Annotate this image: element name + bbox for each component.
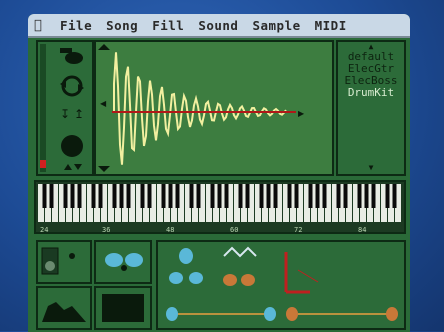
indicator-icon — [69, 253, 75, 259]
effects-panel[interactable] — [156, 240, 406, 330]
black-key[interactable] — [294, 184, 299, 208]
cycle-icon[interactable] — [60, 75, 84, 97]
black-key[interactable] — [112, 184, 117, 208]
black-key[interactable] — [175, 184, 180, 208]
black-key[interactable] — [140, 184, 145, 208]
black-key[interactable] — [98, 184, 103, 208]
knob-icon[interactable] — [45, 261, 55, 271]
zoom-down-icon[interactable] — [98, 166, 110, 172]
slider-right-orange-icon[interactable] — [386, 307, 398, 321]
transpose-icon[interactable]: ↧ ↥ — [60, 107, 84, 121]
black-key[interactable] — [287, 184, 292, 208]
black-key[interactable] — [259, 184, 264, 208]
slider-right-end-icon[interactable] — [264, 307, 276, 321]
black-key[interactable] — [77, 184, 82, 208]
apple-icon[interactable]:  — [34, 18, 50, 33]
octave-label: 24 — [40, 226, 49, 234]
octave-label: 36 — [102, 226, 111, 234]
black-key[interactable] — [245, 184, 250, 208]
wave-shape-icon[interactable] — [223, 246, 257, 258]
black-key[interactable] — [217, 184, 222, 208]
svg-text:↧: ↧ — [60, 107, 70, 121]
waveform — [113, 52, 287, 165]
black-key[interactable] — [196, 184, 201, 208]
black-key[interactable] — [168, 184, 173, 208]
black-key[interactable] — [357, 184, 362, 208]
tool-palette: ↧ ↥ — [36, 40, 94, 176]
range-marker-right-icon[interactable]: ▶ — [298, 109, 305, 118]
envelope-panel[interactable] — [36, 240, 92, 284]
black-key[interactable] — [119, 184, 124, 208]
black-key[interactable] — [42, 184, 47, 208]
effect-blue-icon[interactable] — [169, 248, 203, 284]
zoom-up-icon[interactable] — [98, 44, 110, 50]
octave-label: 60 — [230, 226, 239, 234]
black-key[interactable] — [385, 184, 390, 208]
menu-fill[interactable]: Fill — [152, 18, 184, 33]
black-key[interactable] — [91, 184, 96, 208]
black-key[interactable] — [371, 184, 376, 208]
black-key[interactable] — [189, 184, 194, 208]
level-slider-thumb[interactable] — [40, 160, 46, 168]
filter-panel[interactable] — [36, 286, 92, 330]
menu-midi[interactable]: MIDI — [315, 18, 347, 33]
piano-keyboard[interactable]: 24 36 48 60 72 84 — [34, 180, 406, 234]
octave-label: 72 — [294, 226, 303, 234]
black-key[interactable] — [266, 184, 271, 208]
waveform-svg: ◀ ▶ — [98, 44, 305, 172]
preset-item-selected[interactable]: DrumKit — [338, 87, 404, 99]
adsr-graph[interactable] — [284, 252, 319, 294]
effect-orange-icon[interactable] — [223, 274, 255, 286]
speaker-right-icon — [125, 253, 143, 267]
black-key[interactable] — [364, 184, 369, 208]
up-down-icon[interactable] — [64, 164, 82, 170]
brush-icon[interactable] — [60, 48, 83, 64]
black-key[interactable] — [126, 184, 131, 208]
black-key[interactable] — [322, 184, 327, 208]
slider-left-orange-icon[interactable] — [286, 307, 298, 321]
black-key[interactable] — [49, 184, 54, 208]
menu-sample[interactable]: Sample — [252, 18, 300, 33]
black-key[interactable] — [147, 184, 152, 208]
black-key[interactable] — [70, 184, 75, 208]
svg-text:↥: ↥ — [74, 107, 84, 121]
black-key[interactable] — [343, 184, 348, 208]
menu-sound[interactable]: Sound — [198, 18, 238, 33]
level-slider[interactable] — [40, 44, 46, 172]
blank-panel[interactable] — [94, 286, 152, 330]
menu-bar:  File Song Fill Sound Sample MIDI — [28, 14, 410, 38]
filter-curve-icon — [42, 302, 86, 322]
black-key[interactable] — [238, 184, 243, 208]
scroll-down-icon[interactable]: ▼ — [338, 163, 404, 172]
blank-display — [102, 294, 144, 322]
screen:  File Song Fill Sound Sample MIDI ↧ ↥ — [28, 14, 410, 332]
menu-file[interactable]: File — [60, 18, 92, 33]
keys — [38, 184, 401, 222]
black-key[interactable] — [308, 184, 313, 208]
octave-label: 48 — [166, 226, 175, 234]
range-marker-left-icon[interactable]: ◀ — [100, 99, 107, 108]
black-key[interactable] — [210, 184, 215, 208]
pan-panel[interactable] — [94, 240, 152, 284]
black-key[interactable] — [161, 184, 166, 208]
black-key[interactable] — [273, 184, 278, 208]
menu-song[interactable]: Song — [106, 18, 138, 33]
record-icon[interactable] — [61, 135, 83, 157]
preset-list: ▲ default ElecGtr ElecBoss DrumKit ▼ — [336, 40, 406, 176]
pan-knob-icon[interactable] — [121, 265, 127, 271]
octave-label: 84 — [358, 226, 367, 234]
slider-left-end-icon[interactable] — [166, 307, 178, 321]
black-key[interactable] — [392, 184, 397, 208]
waveform-display[interactable]: ◀ ▶ — [94, 40, 334, 176]
black-key[interactable] — [315, 184, 320, 208]
black-key[interactable] — [336, 184, 341, 208]
black-key[interactable] — [224, 184, 229, 208]
black-key[interactable] — [63, 184, 68, 208]
speaker-left-icon — [105, 253, 123, 267]
